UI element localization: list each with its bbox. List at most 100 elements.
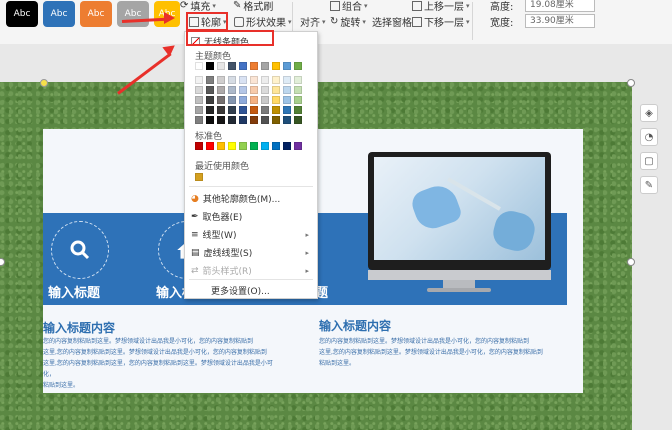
- color-swatch[interactable]: [283, 116, 291, 124]
- color-swatch[interactable]: [195, 62, 203, 70]
- color-swatch[interactable]: [250, 76, 258, 84]
- color-swatch[interactable]: [283, 106, 291, 114]
- height-input[interactable]: 19.08厘米: [525, 0, 595, 12]
- shape-style-swatch[interactable]: Abc: [43, 1, 75, 27]
- more-colors-item[interactable]: ◕ 其他轮廓颜色(M)...: [191, 192, 280, 206]
- color-swatch[interactable]: [272, 76, 280, 84]
- color-swatch[interactable]: [294, 86, 302, 94]
- color-swatch[interactable]: [250, 116, 258, 124]
- line-type-item[interactable]: ≡ 线型(W) ▸: [191, 228, 313, 242]
- color-swatch[interactable]: [283, 96, 291, 104]
- bring-forward-button[interactable]: 上移一层 ▾: [412, 0, 470, 13]
- color-swatch[interactable]: [261, 106, 269, 114]
- color-swatch[interactable]: [217, 76, 225, 84]
- pen-icon[interactable]: ✎: [640, 176, 658, 194]
- color-swatch[interactable]: [206, 96, 214, 104]
- color-swatch[interactable]: [206, 76, 214, 84]
- color-swatch[interactable]: [228, 62, 236, 70]
- color-swatch[interactable]: [272, 62, 280, 70]
- selection-pane-button[interactable]: 选择窗格: [372, 14, 412, 29]
- color-swatch[interactable]: [217, 116, 225, 124]
- shape-icon[interactable]: ◔: [640, 128, 658, 146]
- color-swatch[interactable]: [217, 142, 225, 150]
- color-swatch[interactable]: [261, 86, 269, 94]
- more-settings-item[interactable]: 更多设置(O)...: [211, 284, 270, 297]
- color-swatch[interactable]: [239, 86, 247, 94]
- format-painter-button[interactable]: ✎ 格式刷: [233, 0, 273, 13]
- align-button[interactable]: 对齐 ▾: [300, 14, 326, 30]
- color-swatch[interactable]: [206, 86, 214, 94]
- adjust-handle[interactable]: [40, 79, 48, 87]
- color-swatch[interactable]: [272, 106, 280, 114]
- width-input[interactable]: 33.90厘米: [525, 14, 595, 28]
- color-swatch[interactable]: [294, 96, 302, 104]
- color-swatch[interactable]: [272, 86, 280, 94]
- send-backward-button[interactable]: 下移一层 ▾: [412, 14, 470, 29]
- color-swatch[interactable]: [195, 96, 203, 104]
- color-swatch[interactable]: [228, 96, 236, 104]
- rotate-button[interactable]: ↻ 旋转 ▾: [330, 14, 366, 29]
- color-swatch[interactable]: [195, 86, 203, 94]
- color-swatch[interactable]: [261, 96, 269, 104]
- color-swatch[interactable]: [217, 106, 225, 114]
- color-swatch[interactable]: [294, 106, 302, 114]
- color-swatch[interactable]: [228, 86, 236, 94]
- shape-style-swatch[interactable]: Abc: [117, 1, 149, 27]
- color-swatch[interactable]: [195, 106, 203, 114]
- color-swatch[interactable]: [228, 106, 236, 114]
- color-swatch[interactable]: [294, 62, 302, 70]
- color-swatch[interactable]: [217, 62, 225, 70]
- frame-icon[interactable]: ▢: [640, 152, 658, 170]
- color-swatch[interactable]: [283, 86, 291, 94]
- color-swatch[interactable]: [294, 116, 302, 124]
- color-swatch[interactable]: [272, 96, 280, 104]
- color-swatch[interactable]: [239, 62, 247, 70]
- color-swatch[interactable]: [261, 142, 269, 150]
- resize-handle[interactable]: [627, 79, 635, 87]
- color-swatch[interactable]: [239, 116, 247, 124]
- body-line: 粘贴到这里。: [319, 360, 356, 367]
- layers-icon[interactable]: ◈: [640, 104, 658, 122]
- color-swatch[interactable]: [261, 76, 269, 84]
- color-swatch[interactable]: [217, 86, 225, 94]
- shape-style-swatch[interactable]: Abc: [6, 1, 38, 27]
- color-swatch[interactable]: [261, 62, 269, 70]
- color-swatch[interactable]: [228, 142, 236, 150]
- color-swatch[interactable]: [195, 116, 203, 124]
- color-swatch[interactable]: [206, 106, 214, 114]
- theme-colors-label: 主题颜色: [195, 52, 232, 62]
- color-swatch[interactable]: [217, 96, 225, 104]
- color-swatch[interactable]: [283, 142, 291, 150]
- color-swatch[interactable]: [228, 76, 236, 84]
- color-swatch[interactable]: [206, 142, 214, 150]
- color-swatch[interactable]: [239, 106, 247, 114]
- color-swatch[interactable]: [239, 76, 247, 84]
- group-button[interactable]: 组合 ▾: [330, 0, 368, 13]
- color-swatch[interactable]: [195, 142, 203, 150]
- glove-shape: [408, 180, 464, 234]
- color-swatch[interactable]: [195, 76, 203, 84]
- color-swatch[interactable]: [206, 62, 214, 70]
- color-swatch[interactable]: [261, 116, 269, 124]
- color-swatch[interactable]: [195, 173, 203, 181]
- color-swatch[interactable]: [294, 142, 302, 150]
- color-swatch[interactable]: [272, 116, 280, 124]
- color-swatch[interactable]: [294, 76, 302, 84]
- color-swatch[interactable]: [250, 86, 258, 94]
- color-swatch[interactable]: [250, 96, 258, 104]
- color-swatch[interactable]: [206, 116, 214, 124]
- color-swatch[interactable]: [228, 116, 236, 124]
- color-swatch[interactable]: [283, 62, 291, 70]
- shape-style-swatch[interactable]: Abc: [80, 1, 112, 27]
- resize-handle[interactable]: [627, 258, 635, 266]
- shape-effect-button[interactable]: 形状效果 ▾: [234, 14, 292, 29]
- eyedropper-item[interactable]: ✒ 取色器(E): [191, 210, 242, 224]
- color-swatch[interactable]: [250, 62, 258, 70]
- color-swatch[interactable]: [283, 76, 291, 84]
- color-swatch[interactable]: [250, 142, 258, 150]
- color-swatch[interactable]: [239, 96, 247, 104]
- dash-type-item[interactable]: ▤ 虚线线型(S) ▸: [191, 246, 313, 260]
- color-swatch[interactable]: [272, 142, 280, 150]
- color-swatch[interactable]: [250, 106, 258, 114]
- color-swatch[interactable]: [239, 142, 247, 150]
